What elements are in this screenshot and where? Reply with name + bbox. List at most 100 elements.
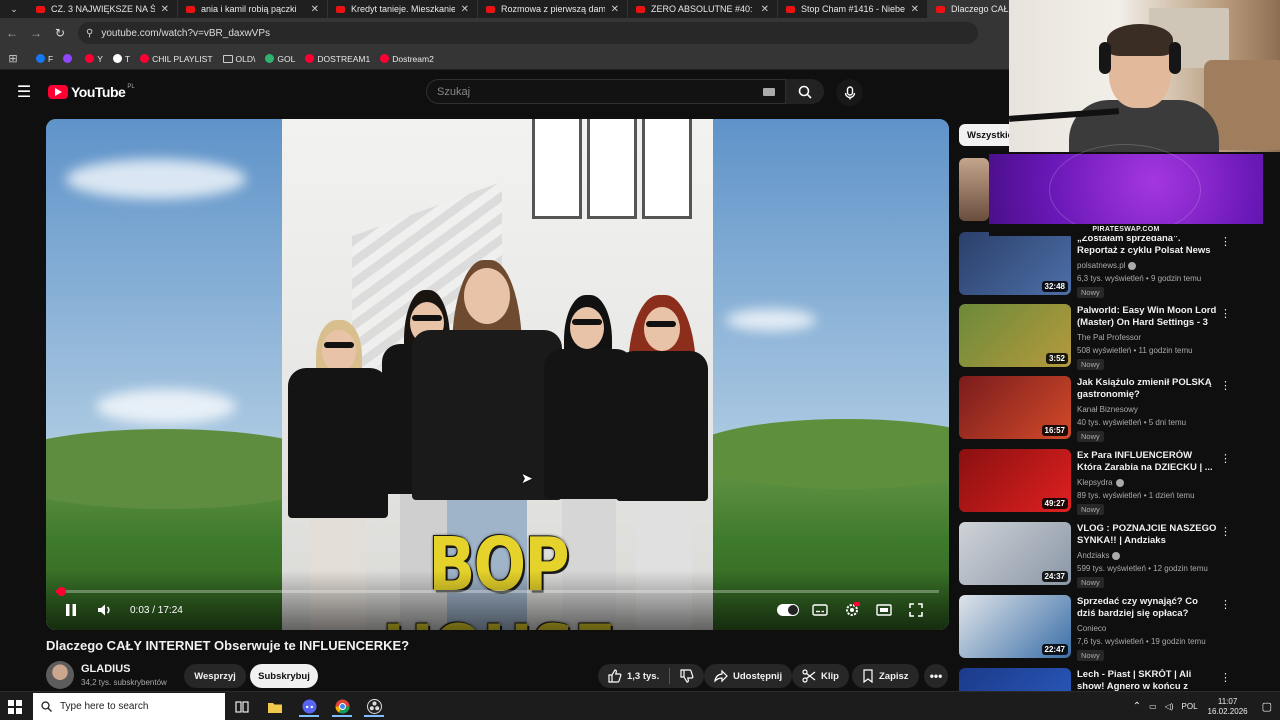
back-icon[interactable]: ← bbox=[0, 26, 24, 40]
like-button[interactable]: 1,3 tys. bbox=[608, 669, 659, 683]
close-tab-icon[interactable]: ✕ bbox=[161, 4, 169, 15]
recommendation-title[interactable]: Lech - Piast | SKRÓT | Ali show! Agnero … bbox=[1077, 669, 1217, 693]
clip-button[interactable]: Klip bbox=[792, 664, 849, 688]
progress-bar[interactable] bbox=[56, 587, 939, 596]
recommendation-title[interactable]: Sprzedać czy wynająć? Co dziś bardziej s… bbox=[1077, 596, 1217, 620]
forward-icon[interactable]: → bbox=[24, 26, 48, 40]
bookmark-item[interactable]: T bbox=[112, 54, 130, 64]
video-thumbnail[interactable]: 49:27 bbox=[959, 449, 1071, 512]
share-button[interactable]: Udostępnij bbox=[704, 664, 793, 688]
browser-tab[interactable]: CZ. 3 NAJWIĘKSZE NA ŚW ✕ bbox=[28, 0, 178, 18]
browser-tab[interactable]: Rozmowa z pierwszą dam ✕ bbox=[478, 0, 628, 18]
channel-name[interactable]: GLADIUS bbox=[81, 663, 131, 675]
obs-app-icon[interactable] bbox=[364, 697, 384, 717]
dislike-button[interactable] bbox=[680, 669, 694, 683]
subtitles-button[interactable] bbox=[807, 600, 833, 620]
autoplay-toggle[interactable] bbox=[775, 600, 801, 620]
subscribe-button[interactable]: Subskrybuj bbox=[250, 664, 318, 688]
settings-button[interactable] bbox=[839, 600, 865, 620]
recommendation-item[interactable]: 49:27 Ex Para INFLUENCERÓW Która Zarabia … bbox=[959, 449, 1234, 515]
browser-tab[interactable]: ZERO ABSOLUTNE #40: M ✕ bbox=[628, 0, 778, 18]
more-vertical-icon[interactable]: ⋮ bbox=[1220, 235, 1231, 248]
discord-app-icon[interactable] bbox=[299, 697, 319, 717]
miniplayer-button[interactable] bbox=[871, 600, 897, 620]
more-vertical-icon[interactable]: ⋮ bbox=[1220, 671, 1231, 684]
close-tab-icon[interactable]: ✕ bbox=[761, 4, 769, 15]
recommendation-item[interactable]: 16:57 Jak Książulo zmienił POLSKĄ gastron… bbox=[959, 376, 1234, 442]
video-thumbnail[interactable]: 3:52 bbox=[959, 304, 1071, 367]
video-thumbnail[interactable]: 32:48 bbox=[959, 232, 1071, 295]
channel-avatar[interactable] bbox=[46, 661, 74, 689]
clock[interactable]: 11:07 16.02.2026 bbox=[1208, 697, 1248, 717]
recommendation-title[interactable]: Jak Książulo zmienił POLSKĄ gastronomię? bbox=[1077, 377, 1217, 401]
recommendation-channel[interactable]: Andziaks bbox=[1077, 551, 1121, 560]
search-button[interactable] bbox=[786, 79, 824, 104]
recommendation-item[interactable]: 24:37 VLOG : POZNAJCIE NASZEGO SYNKA!! | … bbox=[959, 522, 1234, 588]
recommendation-title[interactable]: Palworld: Easy Win Moon Lord (Master) On… bbox=[1077, 305, 1217, 329]
search-input[interactable]: Szukaj bbox=[426, 79, 786, 104]
recommendation-item[interactable]: 32:48 „Zostałam sprzedana”. Reportaż z cy… bbox=[959, 232, 1234, 298]
browser-tab[interactable]: ania i kamil robią pączki ✕ bbox=[178, 0, 328, 18]
video-thumbnail[interactable]: 24:37 bbox=[959, 522, 1071, 585]
browser-tab[interactable]: Stop Cham #1416 - Niebe ✕ bbox=[778, 0, 928, 18]
apps-grid-icon[interactable]: ⊞ bbox=[0, 52, 26, 65]
more-vertical-icon[interactable]: ⋮ bbox=[1220, 525, 1231, 538]
notifications-icon[interactable]: ▢ bbox=[1262, 700, 1272, 713]
browser-tab[interactable]: Kredyt tanieje. Mieszkanie ✕ bbox=[328, 0, 478, 18]
video-thumbnail[interactable]: 16:57 bbox=[959, 376, 1071, 439]
recommendation-channel[interactable]: Kanał Biznesowy bbox=[1077, 405, 1138, 414]
recommendation-channel[interactable]: polsatnews.pl bbox=[1077, 261, 1137, 270]
recommendation-channel[interactable]: Conieco bbox=[1077, 624, 1106, 633]
bookmark-item[interactable]: Y bbox=[85, 54, 103, 64]
site-info-icon[interactable]: ⚲ bbox=[86, 28, 93, 39]
more-vertical-icon[interactable]: ⋮ bbox=[1220, 598, 1231, 611]
tab-search-chevron-icon[interactable]: ⌄ bbox=[0, 0, 28, 18]
more-vertical-icon[interactable]: ⋮ bbox=[1220, 452, 1231, 465]
close-tab-icon[interactable]: ✕ bbox=[911, 4, 919, 15]
more-vertical-icon[interactable]: ⋮ bbox=[1220, 307, 1231, 320]
save-button[interactable]: Zapisz bbox=[852, 664, 919, 688]
recommendation-title[interactable]: Ex Para INFLUENCERÓW Która Zarabia na DZ… bbox=[1077, 450, 1217, 474]
reload-icon[interactable]: ↻ bbox=[48, 26, 72, 40]
video-player[interactable]: BOP HOUSE ➤ 0:03 / 17:24 bbox=[46, 119, 949, 630]
taskbar-search-input[interactable]: Type here to search bbox=[33, 693, 225, 720]
youtube-logo[interactable]: YouTube PL bbox=[48, 84, 135, 100]
recommendation-channel[interactable]: The Pal Professor bbox=[1077, 333, 1141, 342]
video-thumbnail[interactable] bbox=[959, 158, 989, 221]
tray-chevron-icon[interactable]: ⌃ bbox=[1133, 701, 1141, 712]
input-language[interactable]: POL bbox=[1182, 702, 1198, 711]
mute-button[interactable] bbox=[92, 600, 118, 620]
task-view-icon[interactable] bbox=[232, 697, 252, 717]
recommendation-item[interactable]: 22:47 Sprzedać czy wynająć? Co dziś bardz… bbox=[959, 595, 1234, 661]
taskbar-search-placeholder: Type here to search bbox=[60, 701, 149, 712]
pause-button[interactable] bbox=[58, 600, 84, 620]
volume-tray-icon[interactable]: ◁) bbox=[1165, 702, 1174, 711]
bookmark-item[interactable]: GOL bbox=[265, 54, 295, 64]
fullscreen-button[interactable] bbox=[903, 600, 929, 620]
bookmark-item[interactable]: F bbox=[36, 54, 53, 64]
bookmark-item[interactable]: DOSTREAM1 bbox=[305, 54, 370, 64]
recommendation-title[interactable]: VLOG : POZNAJCIE NASZEGO SYNKA!! | Andzi… bbox=[1077, 523, 1217, 547]
menu-icon[interactable]: ☰ bbox=[0, 82, 48, 102]
more-vertical-icon[interactable]: ⋮ bbox=[1220, 379, 1231, 392]
bookmark-item[interactable]: Dostream2 bbox=[380, 54, 434, 64]
bookmark-item[interactable]: OLD\ bbox=[222, 54, 255, 64]
network-icon[interactable]: ▭ bbox=[1149, 702, 1157, 711]
close-tab-icon[interactable]: ✕ bbox=[461, 4, 469, 15]
keyboard-icon[interactable] bbox=[763, 88, 775, 96]
close-tab-icon[interactable]: ✕ bbox=[311, 4, 319, 15]
more-actions-button[interactable]: ••• bbox=[924, 664, 948, 688]
join-button[interactable]: Wesprzyj bbox=[184, 664, 246, 688]
file-explorer-icon[interactable] bbox=[265, 697, 285, 717]
windows-start-icon[interactable] bbox=[8, 700, 22, 714]
bookmark-item[interactable]: CHIL PLAYLIST bbox=[140, 54, 213, 64]
recommendation-item[interactable]: 3:52 Palworld: Easy Win Moon Lord (Master… bbox=[959, 304, 1234, 370]
recommendation-title[interactable]: „Zostałam sprzedana”. Reportaż z cyklu P… bbox=[1077, 233, 1217, 257]
address-bar[interactable]: ⚲ youtube.com/watch?v=vBR_daxwVPs bbox=[78, 22, 978, 44]
close-tab-icon[interactable]: ✕ bbox=[611, 4, 619, 15]
chrome-app-icon[interactable] bbox=[332, 697, 352, 717]
video-thumbnail[interactable]: 22:47 bbox=[959, 595, 1071, 658]
recommendation-channel[interactable]: Klepsydra bbox=[1077, 478, 1124, 487]
voice-search-button[interactable] bbox=[836, 79, 863, 106]
bookmark-item[interactable] bbox=[63, 54, 75, 63]
